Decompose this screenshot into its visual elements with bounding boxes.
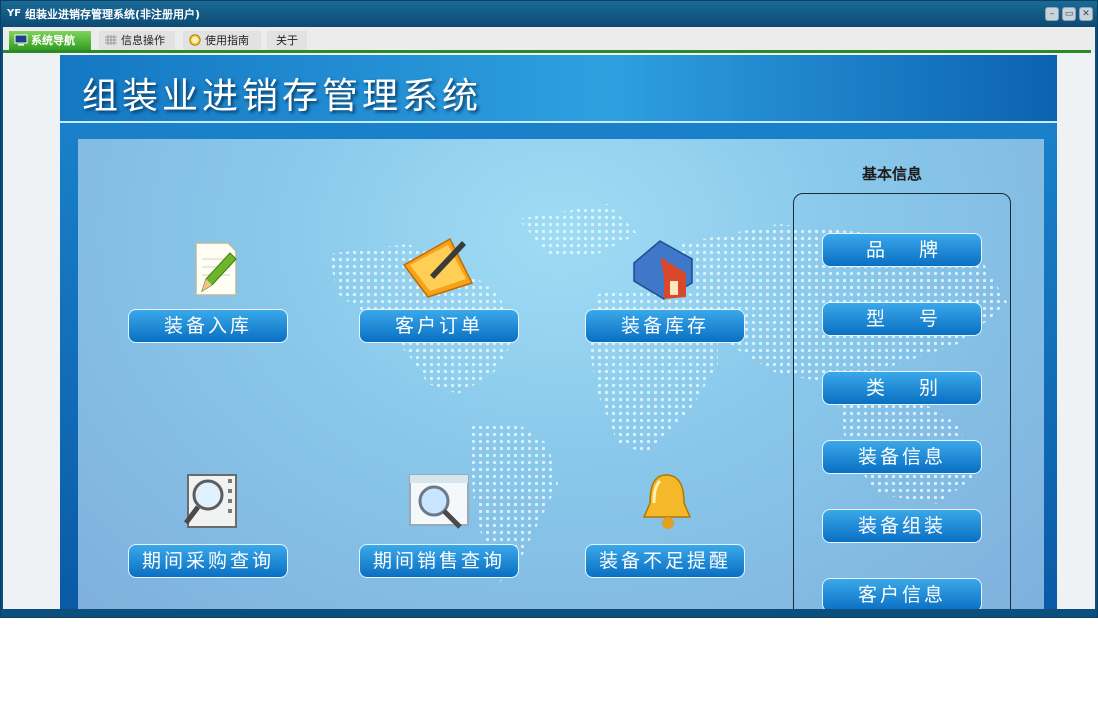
tab-bar: 系统导航 信息操作 使用指南 关于 (3, 27, 1095, 53)
tab-label: 信息操作 (121, 34, 165, 47)
window-title: 组装业进销存管理系统(非注册用户) (25, 8, 201, 21)
nav-panel: 装备入库 客户订单 装备库存 期间采购查询 期间销售查询 装备不足提醒 基本信息… (78, 139, 1044, 609)
folder-pen-icon (402, 237, 474, 298)
help-clock-icon (189, 34, 201, 46)
magnifier-film-icon (184, 474, 237, 528)
model-button[interactable]: 型号 (822, 302, 982, 336)
grid-icon (105, 35, 117, 45)
close-button[interactable]: ✕ (1079, 7, 1093, 21)
app-logo-icon: YF (7, 8, 22, 19)
tab-label: 使用指南 (205, 34, 249, 47)
warehouse-house-icon (633, 240, 693, 300)
menu-purchase-query-button[interactable]: 期间采购查询 (128, 544, 288, 578)
magnifier-window-icon (409, 474, 469, 529)
minimize-button[interactable]: – (1045, 7, 1059, 21)
bell-icon (642, 474, 692, 529)
tab-info-ops[interactable]: 信息操作 (99, 31, 175, 51)
menu-customer-order-button[interactable]: 客户订单 (359, 309, 519, 343)
menu-sales-query-button[interactable]: 期间销售查询 (359, 544, 519, 578)
banner-divider (60, 121, 1057, 123)
tab-system-nav[interactable]: 系统导航 (9, 31, 91, 51)
tab-label: 关于 (276, 34, 298, 47)
side-panel-title: 基本信息 (862, 165, 923, 183)
page-title: 组装业进销存管理系统 (82, 76, 483, 117)
tab-user-guide[interactable]: 使用指南 (183, 31, 261, 51)
tab-about[interactable]: 关于 (267, 31, 307, 51)
monitor-icon (14, 34, 28, 46)
restore-button[interactable]: ▭ (1062, 7, 1076, 21)
notepad-pencil-icon (195, 242, 237, 296)
category-button[interactable]: 类别 (822, 371, 982, 405)
equipment-assembly-button[interactable]: 装备组装 (822, 509, 982, 543)
content-area: 组装业进销存管理系统 装备入库 客户订单 装备库存 期间采购查询 期间销售查询 … (3, 53, 1095, 609)
app-window: YF 组装业进销存管理系统(非注册用户) – ▭ ✕ 系统导航 信息操作 使用指… (0, 0, 1098, 618)
brand-button[interactable]: 品牌 (822, 233, 982, 267)
menu-shortage-alert-button[interactable]: 装备不足提醒 (585, 544, 745, 578)
main-banner: 组装业进销存管理系统 装备入库 客户订单 装备库存 期间采购查询 期间销售查询 … (60, 55, 1057, 609)
equipment-info-button[interactable]: 装备信息 (822, 440, 982, 474)
menu-equipment-stock-button[interactable]: 装备库存 (585, 309, 745, 343)
customer-info-button[interactable]: 客户信息 (822, 578, 982, 609)
tab-label: 系统导航 (31, 34, 75, 47)
title-bar[interactable]: YF 组装业进销存管理系统(非注册用户) – ▭ ✕ (1, 1, 1097, 27)
menu-equipment-in-button[interactable]: 装备入库 (128, 309, 288, 343)
banner-header: 组装业进销存管理系统 (60, 55, 1057, 121)
